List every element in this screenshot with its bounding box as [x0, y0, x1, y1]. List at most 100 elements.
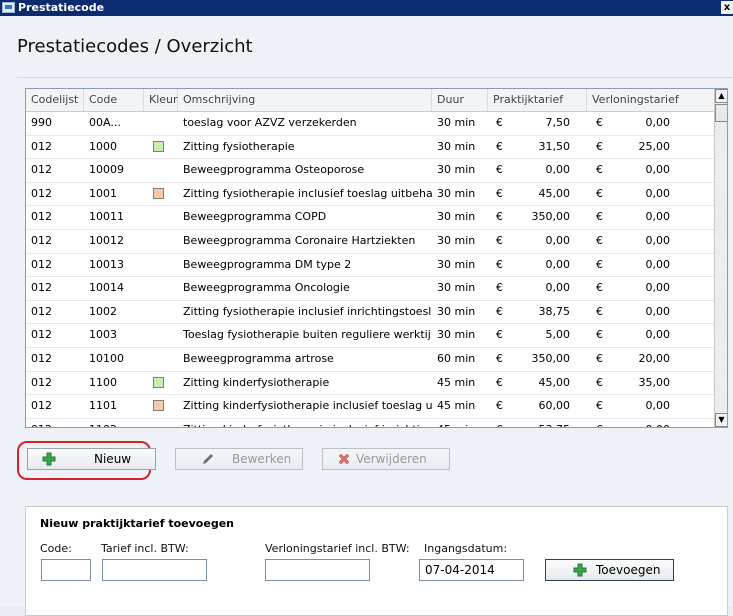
- currency-symbol: €: [596, 399, 603, 413]
- header-codelijst[interactable]: Codelijst: [26, 89, 84, 111]
- cell-code: 1100: [89, 375, 117, 389]
- cell-verloningstarief: 0,00: [645, 257, 671, 271]
- ingangsdatum-field[interactable]: 07-04-2014: [419, 559, 524, 581]
- cell-praktijktarief: 350,00: [531, 351, 571, 365]
- add-button[interactable]: Toevoegen: [545, 559, 674, 581]
- cell-duur: 30 min: [437, 210, 476, 224]
- cell-verloningstarief: 0,00: [645, 210, 671, 224]
- cell-verloningstarief: 0,00: [645, 281, 671, 295]
- cell-code: 1101: [89, 399, 117, 413]
- delete-button[interactable]: Verwijderen: [322, 448, 450, 470]
- cell-verloningstarief: 0,00: [645, 328, 671, 342]
- table-row[interactable]: 012 1002 Zitting fysiotherapie inclusief i…: [26, 301, 714, 325]
- color-swatch: [153, 187, 164, 199]
- table-row[interactable]: 990 00A... toeslag voor AZVZ verzekerden 30…: [26, 112, 714, 136]
- table-row[interactable]: 012 1101 Zitting kinderfysiotherapie inclu…: [26, 395, 714, 419]
- currency-symbol: €: [496, 257, 503, 271]
- currency-symbol: €: [496, 233, 503, 247]
- cell-praktijktarief: 45,00: [538, 375, 571, 389]
- table-row[interactable]: 012 1001 Zitting fysiotherapie inclusief t…: [26, 183, 714, 207]
- cell-kleur: [144, 372, 178, 394]
- scroll-thumb[interactable]: [715, 104, 727, 122]
- close-button[interactable]: x: [721, 1, 733, 14]
- table-row[interactable]: 012 10009 Beweegprogramma Osteoporose 30 mi…: [26, 159, 714, 183]
- cell-kleur: [144, 136, 178, 158]
- cell-codelijst: 012: [26, 419, 84, 427]
- cell-codelijst: 012: [31, 186, 52, 200]
- code-field[interactable]: [41, 559, 91, 581]
- cell-code: 1000: [89, 139, 117, 153]
- cell-kleur: [144, 348, 178, 370]
- cell-codelijst: 012: [31, 233, 52, 247]
- cell-codelijst: 012: [31, 281, 52, 295]
- ingangsdatum-label: Ingangsdatum:: [424, 542, 508, 555]
- cell-omschrijving: Beweegprogramma Oncologie: [183, 281, 350, 295]
- currency-symbol: €: [496, 116, 503, 129]
- currency-symbol: €: [596, 328, 603, 342]
- cell-code: 00A...: [89, 116, 121, 129]
- verloningstarief-field[interactable]: [265, 559, 370, 581]
- header-duur[interactable]: Duur: [432, 89, 488, 111]
- table-row[interactable]: 012 1003 Toeslag fysiotherapie buiten regu…: [26, 324, 714, 348]
- cell-kleur: [144, 112, 178, 134]
- table-row[interactable]: 012 1000 Zitting fysiotherapie 30 min €31,50…: [26, 136, 714, 160]
- cell-duur: 30 min: [437, 233, 476, 247]
- table-row[interactable]: 012 10014 Beweegprogramma Oncologie 30 min €…: [26, 277, 714, 301]
- table-row[interactable]: 012 10013 Beweegprogramma DM type 2 30 min €…: [26, 254, 714, 278]
- header-verloningstarief[interactable]: Verloningstarief: [587, 89, 714, 111]
- cell-codelijst: 012: [31, 210, 52, 224]
- header-omschrijving[interactable]: Omschrijving: [178, 89, 432, 111]
- table-row[interactable]: 012 1100 Zitting kinderfysiotherapie 45 min…: [26, 372, 714, 396]
- cell-code: 10011: [89, 210, 124, 224]
- cell-omschrijving: Zitting fysiotherapie: [183, 139, 295, 153]
- cell-codelijst: 012: [31, 351, 52, 365]
- table-row[interactable]: 012 10011 Beweegprogramma COPD 30 min €350,0…: [26, 206, 714, 230]
- cell-verloningstarief: 0,00: [614, 419, 671, 427]
- currency-symbol: €: [596, 233, 603, 247]
- cell-praktijktarief: 31,50: [538, 139, 571, 153]
- cell-omschrijving: Zitting fysiotherapie inclusief toeslag …: [183, 186, 432, 200]
- cell-codelijst: 012: [31, 304, 52, 318]
- new-button[interactable]: Nieuw: [27, 448, 156, 470]
- color-swatch: [153, 140, 164, 152]
- app-icon: [2, 2, 15, 13]
- cell-duur: 45 min: [437, 375, 476, 389]
- table-row[interactable]: 012 10100 Beweegprogramma artrose 60 min €35…: [26, 348, 714, 372]
- cell-praktijktarief: 350,00: [531, 210, 571, 224]
- edit-button[interactable]: Bewerken: [175, 448, 303, 470]
- cell-kleur: [144, 183, 178, 205]
- cell-duur: 30 min: [437, 304, 476, 318]
- cell-code: 10012: [89, 233, 124, 247]
- vertical-scrollbar[interactable]: ▲ ▼: [714, 89, 727, 427]
- currency-symbol: €: [596, 304, 603, 318]
- tarief-field[interactable]: [102, 559, 207, 581]
- currency-symbol: €: [496, 419, 503, 427]
- scroll-up-icon[interactable]: ▲: [715, 89, 727, 103]
- cell-codelijst: 012: [31, 375, 52, 389]
- cell-code: 1002: [89, 304, 117, 318]
- header-praktijktarief[interactable]: Praktijktarief: [488, 89, 587, 111]
- cell-kleur: [144, 419, 178, 427]
- currency-symbol: €: [596, 210, 603, 224]
- cell-code: 10013: [89, 257, 124, 271]
- currency-symbol: €: [596, 163, 603, 177]
- cell-praktijktarief: 0,00: [545, 233, 571, 247]
- cell-verloningstarief: 35,00: [638, 375, 671, 389]
- table-row[interactable]: 012 10012 Beweegprogramma Coronaire Hartzi…: [26, 230, 714, 254]
- currency-symbol: €: [596, 375, 603, 389]
- header-kleur[interactable]: Kleur: [144, 89, 178, 111]
- currency-symbol: €: [596, 281, 603, 295]
- scroll-down-icon[interactable]: ▼: [715, 413, 727, 427]
- currency-symbol: €: [496, 281, 503, 295]
- cell-verloningstarief: 25,00: [638, 139, 671, 153]
- cell-verloningstarief: 0,00: [645, 163, 671, 177]
- table-row[interactable]: 0121102 Zitting kinderfysiotherapie inclu…: [26, 419, 714, 427]
- tarief-label: Tarief incl. BTW:: [101, 542, 189, 555]
- cell-codelijst: 012: [31, 257, 52, 271]
- currency-symbol: €: [496, 304, 503, 318]
- cell-codelijst: 012: [31, 163, 52, 177]
- cell-duur: 45 min: [437, 399, 476, 413]
- header-code[interactable]: Code: [84, 89, 144, 111]
- prestatiecodes-table: Codelijst Code Kleur Omschrijving Duur P…: [25, 88, 728, 428]
- cell-duur: 30 min: [437, 186, 476, 200]
